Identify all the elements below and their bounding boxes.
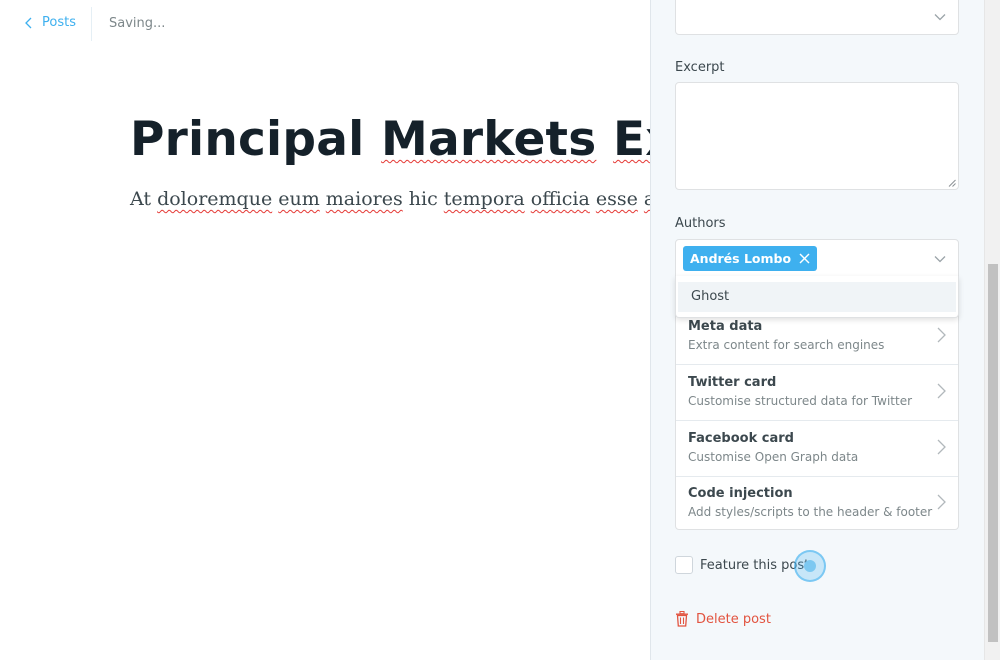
- post-body[interactable]: At doloremque eum maiores hic tempora of…: [130, 188, 650, 210]
- menu-item-title: Facebook card: [688, 431, 794, 446]
- menu-item-facebook-card[interactable]: Facebook card Customise Open Graph data: [676, 421, 958, 477]
- author-chip-label: Andrés Lombo: [690, 251, 792, 266]
- back-link-label: Posts: [42, 15, 76, 30]
- dropdown-option[interactable]: Ghost: [678, 282, 956, 312]
- chevron-right-icon: [937, 494, 946, 510]
- editor-topbar: Posts Saving...: [0, 0, 650, 48]
- template-select[interactable]: [675, 0, 959, 35]
- panel-scrollbar[interactable]: [984, 0, 1000, 660]
- menu-item-twitter-card[interactable]: Twitter card Customise structured data f…: [676, 365, 958, 421]
- settings-menu: Meta data Extra content for search engin…: [675, 308, 959, 530]
- delete-post-button[interactable]: Delete post: [675, 611, 771, 627]
- title-word: Executive: [612, 112, 650, 167]
- body-word: doloremque: [157, 188, 273, 210]
- authors-dropdown: Ghost: [675, 276, 959, 318]
- topbar-divider: [91, 7, 92, 41]
- chevron-right-icon: [937, 327, 946, 343]
- chevron-right-icon: [937, 439, 946, 455]
- resize-handle-icon[interactable]: [948, 179, 956, 187]
- authors-select[interactable]: Andrés Lombo: [675, 239, 959, 277]
- body-word: hic: [408, 188, 438, 210]
- menu-item-description: Customise Open Graph data: [688, 450, 859, 464]
- menu-item-description: Extra content for search engines: [688, 338, 885, 352]
- body-word: eum: [278, 188, 320, 210]
- menu-item-title: Code injection: [688, 486, 793, 501]
- body-word: esse: [595, 188, 638, 210]
- editor-pane: Posts Saving... Principal Markets Execut…: [0, 0, 650, 660]
- excerpt-textarea[interactable]: [675, 82, 959, 190]
- menu-item-title: Meta data: [688, 319, 763, 334]
- author-chip[interactable]: Andrés Lombo: [683, 246, 818, 271]
- feature-post-checkbox[interactable]: [675, 556, 693, 574]
- back-to-posts-link[interactable]: Posts: [24, 15, 76, 30]
- delete-post-label: Delete post: [696, 611, 771, 627]
- title-word: Principal: [130, 112, 365, 167]
- close-icon[interactable]: [799, 253, 810, 264]
- scrollbar-thumb[interactable]: [988, 264, 998, 642]
- chevron-left-icon: [25, 17, 32, 28]
- body-word: tempora: [443, 188, 525, 210]
- chevron-right-icon: [937, 383, 946, 399]
- menu-item-code-injection[interactable]: Code injection Add styles/scripts to the…: [676, 476, 958, 531]
- body-word: officia: [530, 188, 590, 210]
- pointer-indicator: [794, 550, 826, 582]
- body-word: maiores: [325, 188, 403, 210]
- feature-post-label[interactable]: Feature this post: [700, 558, 809, 573]
- title-word: Markets: [381, 112, 597, 167]
- body-word: At: [130, 188, 152, 210]
- excerpt-label: Excerpt: [675, 60, 725, 75]
- chevron-down-icon: [934, 14, 946, 21]
- chevron-down-icon: [934, 256, 946, 263]
- save-status: Saving...: [109, 16, 166, 31]
- post-title-text: Principal Markets Executive: [130, 112, 650, 167]
- pointer-dot: [804, 560, 816, 572]
- post-title[interactable]: Principal Markets Executive: [130, 112, 650, 167]
- trash-icon: [676, 611, 688, 627]
- authors-label: Authors: [675, 216, 726, 231]
- menu-item-description: Customise structured data for Twitter: [688, 394, 913, 408]
- menu-item-title: Twitter card: [688, 375, 777, 390]
- menu-item-description: Add styles/scripts to the header & foote…: [688, 505, 933, 519]
